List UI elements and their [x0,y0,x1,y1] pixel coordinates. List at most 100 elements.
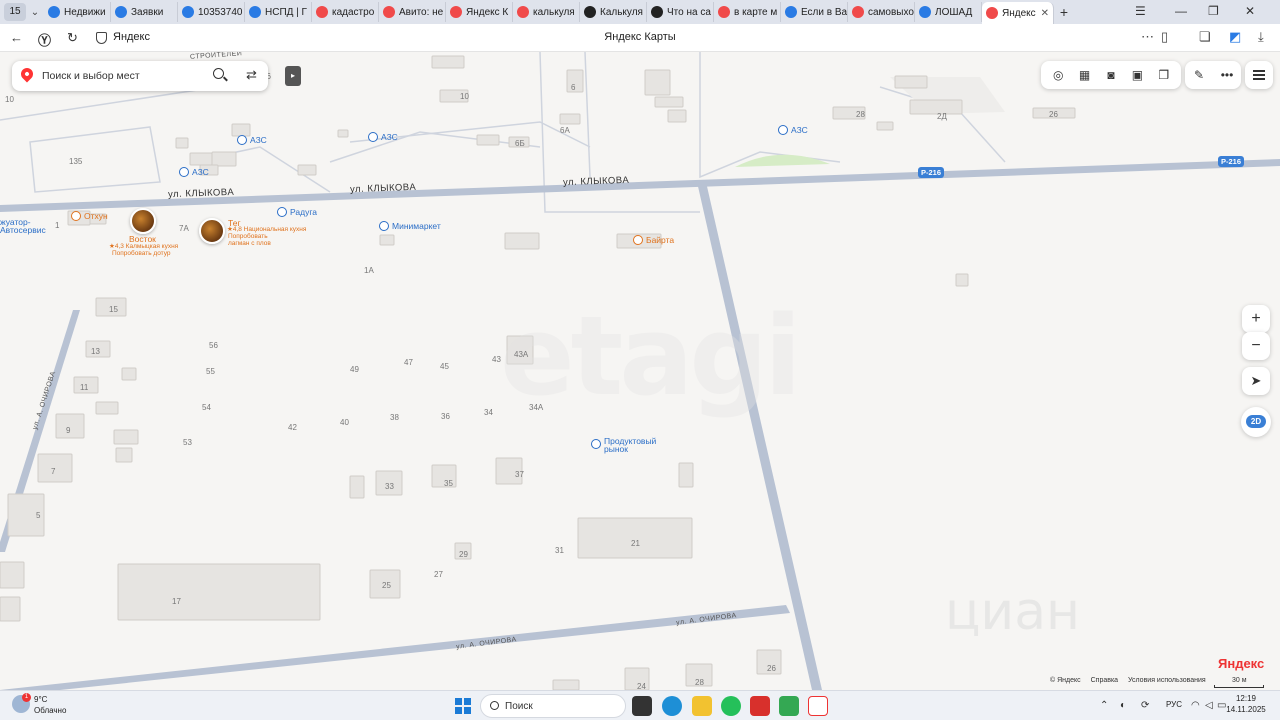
bookmarks-icon[interactable]: ☰ [1135,4,1146,18]
bookmark-icon[interactable]: ▯ [1161,29,1168,45]
browser-tab[interactable]: калькуля [513,2,580,22]
ruler-icon[interactable]: ✎ [1190,68,1208,82]
browser-tab[interactable]: кадастро [312,2,379,22]
more-icon[interactable]: ⋯ [1141,29,1154,45]
menu-button[interactable] [1245,61,1273,89]
yandex-icon [852,6,864,18]
whatsapp-icon[interactable] [721,696,741,716]
browser-tab[interactable]: Недвижи [44,2,111,22]
yandex-logo[interactable]: Яндекс [1218,656,1264,671]
house-number: 1 [55,221,60,230]
tab-list-dropdown-icon[interactable]: ⌄ [26,7,44,18]
taskbar-search[interactable]: Поиск [480,694,626,718]
panorama-icon[interactable]: ◎ [1049,68,1067,82]
building-footprint [349,475,365,499]
cafe-icon [71,211,81,221]
maximize-icon[interactable]: ❐ [1208,4,1219,18]
globe-icon [249,6,261,18]
browser-tab[interactable]: 10353740 [178,2,245,22]
more-tools-icon[interactable]: ••• [1218,68,1236,82]
map-layer-icon[interactable]: ▦ [1076,68,1094,82]
browser-tab[interactable]: НСПД | Г [245,2,312,22]
view-mode-2d-button[interactable]: 2D [1241,407,1271,437]
file-explorer-icon[interactable] [692,696,712,716]
yandex-browser-taskbar-icon[interactable] [808,696,828,716]
close-tab-icon[interactable]: ✕ [1041,8,1049,19]
gas-station-icon [778,125,788,135]
new-tab-button[interactable]: + [1054,4,1074,20]
poi-market[interactable]: Продуктовый рынок [591,437,656,453]
collections-icon[interactable]: ❏ [1199,29,1211,45]
geolocation-icon[interactable]: ➤ [1242,367,1270,395]
poi-gas-station[interactable]: АЗС [237,135,267,145]
route-icon[interactable]: ⇄ [246,67,257,83]
input-language[interactable]: РУС [1166,700,1182,709]
browser-tab[interactable]: Калькуля [580,2,647,22]
maps-app-icon[interactable] [779,696,799,716]
weather-temperature[interactable]: 9°C [34,695,47,704]
clock-time[interactable]: 12:19 [1228,694,1264,703]
restaurant-vostok-rating: ★4,3 Калмыцкая кухня [109,243,179,250]
house-number: 6Б [515,139,525,148]
collapse-panel-button[interactable]: ▸ [285,66,301,86]
vk-icon [919,6,931,18]
browser-tab[interactable]: Что на са [647,2,714,22]
edge-browser-icon[interactable] [662,696,682,716]
copyright-text[interactable]: © Яндекс [1050,677,1081,684]
volume-icon[interactable]: ◁ [1205,700,1213,711]
browser-tab[interactable]: в карте м [714,2,781,22]
house-number: 31 [555,546,564,555]
browser-tab[interactable]: Если в Ва [781,2,848,22]
search-icon[interactable] [213,68,224,79]
poi-gas-station[interactable]: АЗС [179,167,209,177]
extension-icon[interactable]: ◩ [1229,29,1241,45]
poi-raduga[interactable]: Радуга [277,207,317,217]
restaurant-vostok-photo[interactable] [130,208,156,234]
tray-sync-icon[interactable]: ⟳ [1141,700,1149,711]
house-number: 24 [637,682,646,690]
browser-tab[interactable]: ЛОШАД [915,2,982,22]
browser-tab[interactable]: Яндекс К [446,2,513,22]
house-number: 47 [404,358,413,367]
restaurant-teg-photo[interactable] [199,218,225,244]
browser-tab[interactable]: Яндекс ✕ [982,2,1054,24]
tray-app-icon[interactable]: ◐ [1120,700,1126,711]
terms-link[interactable]: Условия использования [1128,677,1206,684]
help-link[interactable]: Справка [1091,677,1118,684]
minimize-icon[interactable]: — [1175,4,1187,18]
pin-icon [450,6,462,18]
browser-tab[interactable]: Заявки [111,2,178,22]
layers-icon[interactable]: ❐ [1155,68,1173,82]
task-view-icon[interactable] [632,696,652,716]
browser-tab[interactable]: Авито: не [379,2,446,22]
poi-minimarket[interactable]: Минимаркет [379,221,441,231]
house-number: 11 [80,383,89,392]
clock-date[interactable]: 14.11.2025 [1226,705,1266,714]
downloads-icon[interactable]: ⤓ [1258,29,1264,45]
globe-icon [115,6,127,18]
globe-icon [48,6,60,18]
weather-description[interactable]: Облачно [34,706,66,715]
poi-bairta[interactable]: Байрта [633,235,674,245]
browser-tab[interactable]: самовыхо [848,2,915,22]
map-canvas[interactable]: etagi циан Р-216 Р-216 ул. КЛЫКОВА ул. К… [0,52,1280,690]
windows-start-icon[interactable] [455,698,471,714]
shop-icon [277,207,287,217]
tab-count-badge[interactable]: 15 [4,3,26,21]
wifi-icon[interactable]: ◠ [1191,700,1200,711]
poi-otkhun[interactable]: Отхун [71,211,108,221]
building-footprint [337,129,349,138]
camera-icon[interactable]: ◙ [1102,68,1120,82]
zoom-in-button[interactable]: + [1242,305,1270,333]
transport-icon[interactable]: ▣ [1128,68,1146,82]
close-window-icon[interactable]: ✕ [1245,4,1255,18]
gas-station-icon [179,167,189,177]
poi-avtoservis[interactable]: жуатор- Автосервис [0,218,46,235]
poi-gas-station[interactable]: АЗС [368,132,398,142]
tray-chevron-icon[interactable]: ⌃ [1100,700,1108,711]
map-search-input[interactable] [42,67,202,85]
zoom-out-button[interactable]: − [1242,332,1270,360]
address-bar: ← Ⓨ ↻ Яндекс Яндекс Карты ⋯ ▯ ❏ ◩ ⤓ [0,24,1280,52]
poi-gas-station[interactable]: АЗС [778,125,808,135]
wps-office-icon[interactable] [750,696,770,716]
